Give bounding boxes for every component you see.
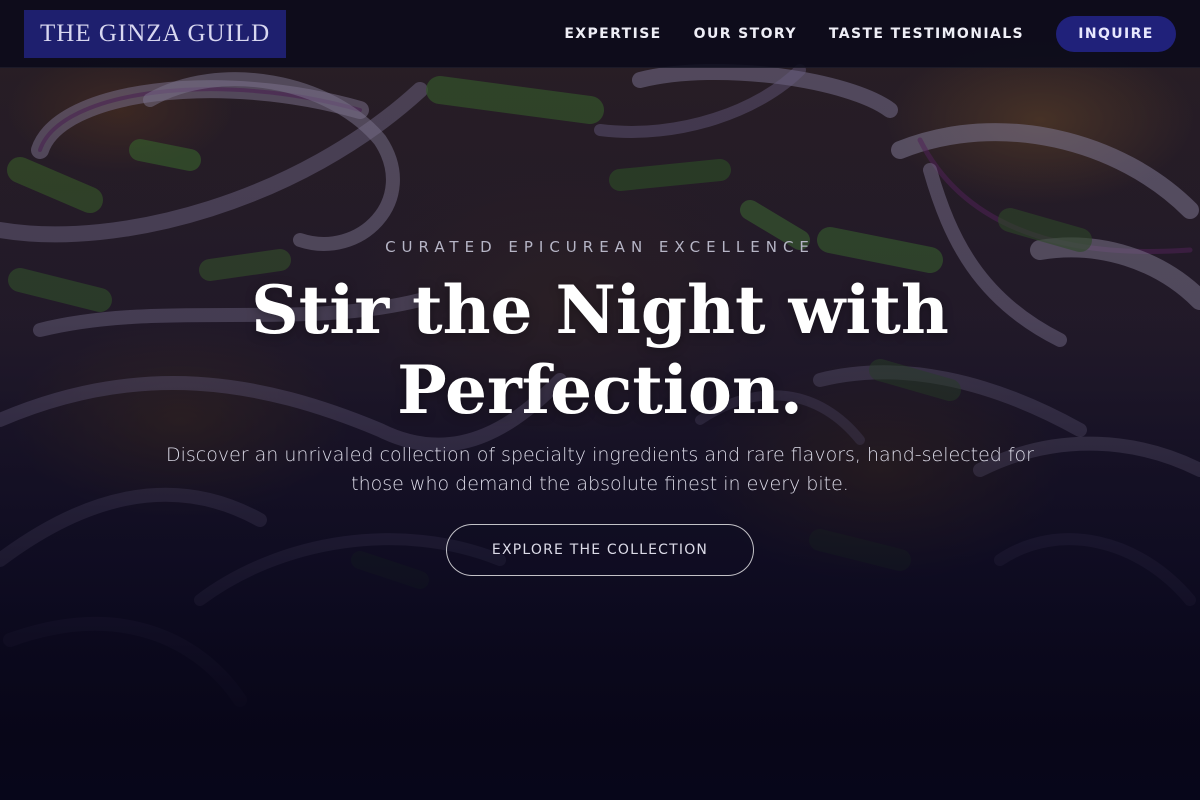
hero-headline: Stir the Night with Perfection. (0, 270, 1200, 430)
inquire-button[interactable]: INQUIRE (1056, 15, 1176, 52)
site-logo[interactable]: THE GINZA GUILD (24, 9, 287, 58)
hero-headline-line-2: Perfection. (397, 351, 803, 429)
nav-link-expertise[interactable]: EXPERTISE (564, 26, 661, 42)
hero-headline-line-1: Stir the Night with (251, 271, 949, 349)
explore-collection-button[interactable]: EXPLORE THE COLLECTION (446, 524, 754, 576)
nav-link-taste-testimonials[interactable]: TASTE TESTIMONIALS (829, 26, 1024, 42)
site-header: THE GINZA GUILD EXPERTISE OUR STORY TAST… (0, 0, 1200, 68)
main-nav: EXPERTISE OUR STORY TASTE TESTIMONIALS I… (564, 15, 1176, 52)
nav-link-our-story[interactable]: OUR STORY (694, 26, 797, 42)
hero-description: Discover an unrivaled collection of spec… (165, 444, 1034, 495)
hero-eyebrow: CURATED EPICUREAN EXCELLENCE (385, 238, 815, 256)
